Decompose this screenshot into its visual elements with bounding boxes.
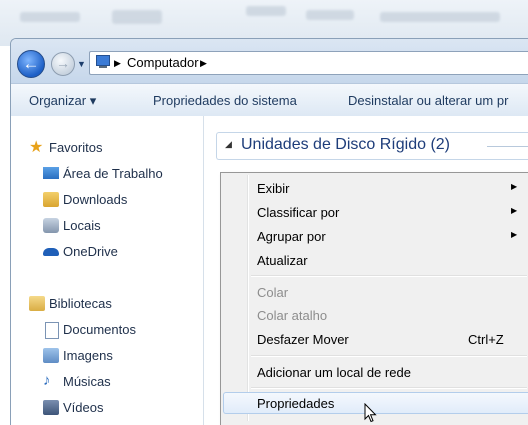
menu-separator (251, 275, 527, 277)
menu-item-group-by[interactable]: Agrupar por ▶ (223, 225, 527, 247)
menu-item-label: Agrupar por (257, 229, 326, 244)
nav-favorites-label: Favoritos (49, 140, 103, 155)
blurred-text (20, 12, 80, 22)
desktop-icon (43, 167, 59, 179)
video-icon (43, 400, 59, 415)
menu-item-add-network-location[interactable]: Adicionar um local de rede (223, 361, 527, 383)
nav-libraries-label: Bibliotecas (49, 296, 112, 311)
nav-images-label: Imagens (63, 348, 113, 363)
menu-item-undo-move[interactable]: Desfazer Mover Ctrl+Z (223, 328, 527, 350)
recent-pages-dropdown-icon[interactable]: ▼ (77, 59, 86, 69)
menu-item-sort-by[interactable]: Classificar por ▶ (223, 201, 527, 223)
navigation-pane: ★ Favoritos Área de Trabalho Downloads L… (11, 116, 204, 425)
menu-item-paste-shortcut[interactable]: Colar atalho (223, 304, 527, 326)
menu-item-label: Colar (257, 285, 289, 300)
menu-item-label: Colar atalho (257, 308, 328, 323)
breadcrumb-chevron-icon[interactable]: ▶ (114, 58, 121, 69)
libraries-icon (29, 296, 45, 311)
command-bar: Organizar ▾ Propriedades do sistema Desi… (11, 83, 528, 117)
collapse-triangle-icon[interactable]: ◢ (225, 139, 232, 150)
nav-music-label: Músicas (63, 374, 111, 389)
blurred-text (246, 6, 286, 16)
menu-item-label: Propriedades (257, 396, 335, 411)
menu-item-label: Classificar por (257, 205, 340, 220)
back-arrow-icon: ← (22, 54, 40, 74)
menu-item-label: Desfazer Mover (257, 332, 349, 347)
uninstall-button[interactable]: Desinstalar ou alterar um pr (348, 93, 508, 108)
nav-onedrive-label: OneDrive (63, 244, 118, 259)
forward-arrow-icon: → (56, 55, 70, 72)
nav-downloads-label: Downloads (63, 192, 128, 207)
group-divider (487, 146, 528, 147)
breadcrumb-chevron-icon[interactable]: ▶ (200, 58, 207, 69)
nav-documents-label: Documentos (63, 322, 136, 337)
system-properties-button[interactable]: Propriedades do sistema (153, 93, 297, 108)
group-header-hard-drives[interactable]: ◢ Unidades de Disco Rígido (2) (216, 132, 528, 160)
blurred-text (380, 12, 500, 22)
back-button[interactable]: ← (17, 50, 45, 78)
submenu-arrow-icon: ▶ (511, 182, 518, 191)
mouse-pointer-icon (364, 403, 377, 423)
organize-button[interactable]: Organizar ▾ (29, 93, 96, 109)
context-menu: Exibir ▶ Classificar por ▶ Agrupar por ▶… (220, 172, 528, 425)
address-bar[interactable]: ▶ Computador ▶ (89, 51, 528, 75)
menu-separator (251, 387, 527, 389)
music-note-icon: ♪ (43, 372, 51, 389)
places-icon (43, 218, 59, 233)
blurred-button (112, 10, 162, 24)
menu-item-paste[interactable]: Colar (223, 281, 527, 303)
forward-button[interactable]: → (51, 52, 75, 76)
menu-item-label: Atualizar (257, 253, 308, 268)
menu-item-refresh[interactable]: Atualizar (223, 249, 527, 271)
computer-icon (94, 55, 110, 69)
nav-places-label: Locais (63, 218, 101, 233)
downloads-folder-icon (43, 192, 59, 207)
blurred-text (306, 10, 354, 20)
menu-item-label: Exibir (257, 181, 290, 196)
menu-item-shortcut: Ctrl+Z (468, 332, 504, 347)
group-header-label: Unidades de Disco Rígido (2) (241, 136, 450, 153)
breadcrumb-computador[interactable]: Computador (127, 55, 199, 70)
submenu-arrow-icon: ▶ (511, 230, 518, 239)
cloud-icon (43, 248, 59, 256)
menu-item-label: Adicionar um local de rede (257, 365, 411, 380)
documents-icon (45, 322, 59, 339)
nav-videos-label: Vídeos (63, 400, 104, 415)
submenu-arrow-icon: ▶ (511, 206, 518, 215)
star-icon: ★ (29, 139, 44, 156)
menu-item-view[interactable]: Exibir ▶ (223, 177, 527, 199)
nav-desktop-label: Área de Trabalho (63, 166, 163, 181)
navigation-bar: ← → ▼ ▶ Computador ▶ (11, 39, 528, 83)
images-icon (43, 348, 59, 363)
menu-separator (251, 355, 527, 357)
